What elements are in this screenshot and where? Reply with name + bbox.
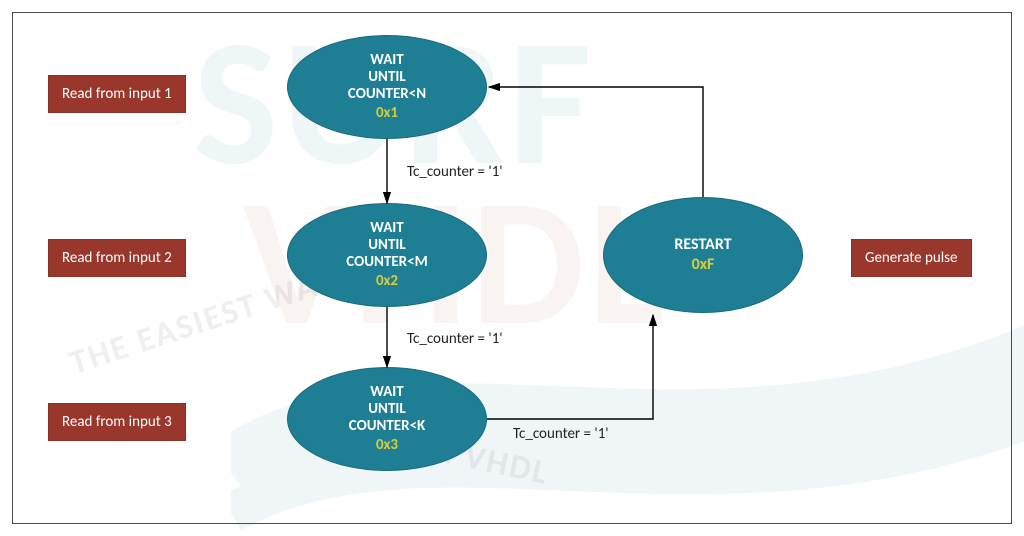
edge-s3-restart [487,315,653,419]
state-code: 0xF [692,256,715,274]
state-restart: RESTART 0xF [603,197,803,313]
label-read-input-3: Read from input 3 [48,403,186,441]
state-text-line: COUNTER<M [346,254,427,271]
label-generate-pulse: Generate pulse [851,239,972,277]
label-read-input-1: Read from input 1 [48,75,186,113]
state-text-line: COUNTER<N [348,86,426,103]
state-text-line: UNTIL [368,237,405,254]
state-wait-counter-m: WAIT UNTIL COUNTER<M 0x2 [287,203,487,307]
state-text-line: RESTART [674,236,731,254]
state-text-line: WAIT [370,220,403,237]
state-code: 0x3 [376,437,398,454]
state-text-line: WAIT [370,384,403,401]
state-text-line: UNTIL [368,401,405,418]
state-code: 0x1 [376,105,398,122]
state-text-line: UNTIL [368,69,405,86]
label-read-input-2: Read from input 2 [48,239,186,277]
state-code: 0x2 [376,273,398,290]
state-wait-counter-n: WAIT UNTIL COUNTER<N 0x1 [287,35,487,139]
edge-restart-s1 [489,87,703,197]
state-text-line: COUNTER<K [349,418,426,435]
state-wait-counter-k: WAIT UNTIL COUNTER<K 0x3 [287,367,487,471]
edge-label-s2-s3: Tc_counter = '1' [407,330,503,348]
edge-label-s1-s2: Tc_counter = '1' [407,163,503,181]
state-text-line: WAIT [370,52,403,69]
diagram-canvas: SURF VHDL THE EASIEST WAY TO LEARN VHDL … [12,12,1012,524]
edge-label-s3-restart: Tc_counter = '1' [513,425,609,443]
